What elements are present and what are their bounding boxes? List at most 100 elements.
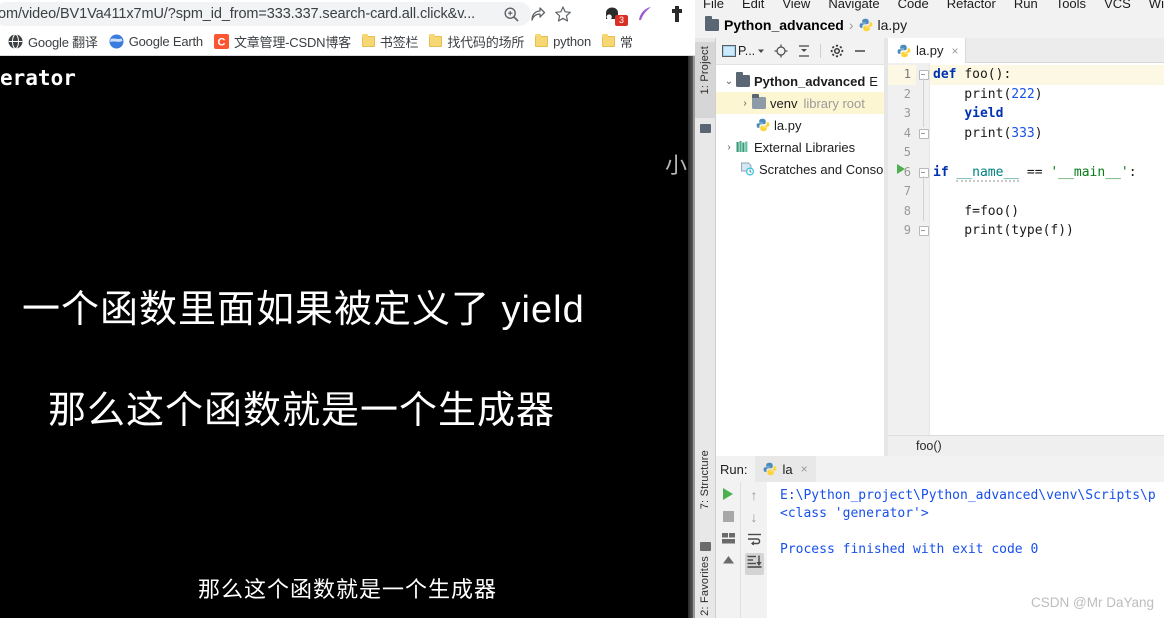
- soft-wrap-icon[interactable]: [747, 532, 762, 545]
- menu-run[interactable]: Run: [1014, 0, 1038, 11]
- run-line-marker-icon[interactable]: [897, 164, 905, 174]
- fold-line: [922, 78, 924, 127]
- pin-icon[interactable]: [722, 555, 735, 565]
- video-caption-line-2: 那么这个函数就是一个生成器: [48, 390, 556, 432]
- bookmark-google-earth[interactable]: Google Earth: [105, 30, 210, 54]
- project-rail-icon: [700, 124, 711, 133]
- tree-item-external-libraries[interactable]: › External Libraries: [716, 136, 884, 158]
- bookmark-folder-chang[interactable]: 常: [598, 30, 640, 54]
- rail-button-structure[interactable]: 7: Structure: [695, 450, 715, 534]
- fold-marker-if-end[interactable]: [919, 226, 929, 236]
- fold-marker-def[interactable]: [919, 70, 929, 80]
- folder-icon: [535, 34, 549, 47]
- menu-code[interactable]: Code: [898, 0, 929, 11]
- collapse-all-icon[interactable]: [797, 44, 811, 58]
- run-body: ↑ ↓ E:\Python_project\Python_advanced\ve…: [716, 482, 1164, 618]
- breadcrumb-project[interactable]: Python_advanced: [724, 17, 844, 33]
- tree-item-python-advanced[interactable]: ⌄ Python_advanced E: [716, 70, 884, 92]
- editor-tab-la-py[interactable]: la.py ×: [888, 38, 967, 63]
- console-output[interactable]: E:\Python_project\Python_advanced\venv\S…: [767, 482, 1164, 618]
- bookmark-folder-python[interactable]: python: [531, 30, 598, 54]
- tree-item-venv[interactable]: › venv library root: [716, 92, 884, 114]
- line-number: 5: [903, 145, 911, 159]
- address-bar[interactable]: om/video/BV1Va411x7mU/?spm_id_from=333.3…: [0, 2, 531, 26]
- project-view-dropdown[interactable]: P...: [722, 44, 765, 58]
- tree-item-suffix: library root: [803, 95, 865, 111]
- code-text[interactable]: def foo(): print(222) yield print(333) i…: [930, 63, 1164, 436]
- menu-tools[interactable]: Tools: [1056, 0, 1086, 11]
- chevron-right-icon[interactable]: ›: [738, 98, 752, 109]
- tree-item-scratches[interactable]: Scratches and Conso: [716, 158, 884, 180]
- line-number-gutter[interactable]: 1 2 3 4 5 6 7 8 9: [888, 63, 916, 436]
- code-line-2: print(222): [933, 86, 1043, 102]
- hide-icon[interactable]: [853, 44, 867, 58]
- close-icon[interactable]: ×: [951, 44, 958, 58]
- menu-vcs[interactable]: VCS: [1104, 0, 1131, 11]
- bookmark-label: Google 翻译: [28, 35, 98, 50]
- python-file-icon: [897, 44, 911, 58]
- project-tool-window: P... ⌄ Python_advanced E › venv library …: [716, 38, 884, 456]
- chevron-down-icon[interactable]: ⌄: [722, 76, 736, 87]
- share-icon[interactable]: [524, 2, 550, 26]
- chevron-right-icon[interactable]: ›: [722, 142, 736, 153]
- navigation-bar: Python_advanced › la.py: [695, 11, 1164, 38]
- breadcrumb-file[interactable]: la.py: [878, 17, 908, 33]
- editor-tab-strip: la.py ×: [888, 38, 1164, 63]
- bookmark-google-translate[interactable]: Google 翻译: [4, 30, 105, 54]
- editor-tab-label: la.py: [916, 43, 944, 58]
- line-number: 2: [903, 86, 911, 101]
- feather-extension-icon[interactable]: [634, 3, 656, 25]
- down-arrow-icon[interactable]: ↓: [751, 510, 758, 524]
- layout-icon[interactable]: [721, 533, 735, 544]
- extension-icon-badged[interactable]: 3: [602, 3, 628, 26]
- editor-area: la.py × 1 2 3 4 5 6 7 8 9 def foo(): pri…: [888, 38, 1164, 456]
- menu-file[interactable]: File: [703, 0, 724, 11]
- line-number: 8: [903, 203, 911, 218]
- fold-gutter[interactable]: [916, 63, 930, 436]
- stop-icon[interactable]: [722, 511, 734, 522]
- folder-icon: [705, 15, 719, 31]
- close-icon[interactable]: ×: [801, 462, 808, 476]
- video-player[interactable]: erator 小 一个函数里面如果被定义了 yield 那么这个函数就是一个生成…: [0, 56, 695, 618]
- zoom-icon[interactable]: [498, 2, 524, 26]
- run-actions-right: ↑ ↓: [740, 482, 767, 618]
- structure-rail-icon: [700, 542, 711, 551]
- run-tab-la[interactable]: la ×: [755, 456, 816, 482]
- tree-item-la-py[interactable]: la.py: [716, 114, 884, 136]
- bookmark-star-icon[interactable]: [550, 2, 576, 26]
- rail-button-project[interactable]: 1: Project: [695, 42, 715, 118]
- puzzle-extensions-icon[interactable]: [666, 3, 688, 25]
- url-text: om/video/BV1Va411x7mU/?spm_id_from=333.3…: [0, 6, 476, 22]
- menu-view[interactable]: View: [782, 0, 810, 11]
- line-number: 9: [903, 223, 911, 237]
- menu-edit[interactable]: Edit: [742, 0, 764, 11]
- gear-icon[interactable]: [830, 44, 844, 58]
- scroll-to-end-icon[interactable]: [744, 553, 764, 575]
- omnibox-actions: [498, 2, 576, 26]
- menu-refactor[interactable]: Refactor: [947, 0, 996, 11]
- bookmark-csdn[interactable]: C 文章管理-CSDN博客: [210, 30, 358, 54]
- menu-navigate[interactable]: Navigate: [828, 0, 879, 11]
- fold-marker-if[interactable]: [919, 168, 929, 178]
- breadcrumb-foo[interactable]: foo(): [888, 439, 942, 453]
- rail-button-favorites[interactable]: 2: Favorites: [695, 556, 715, 618]
- tree-item-label: External Libraries: [754, 139, 856, 155]
- tree-item-label: Python_advanced: [754, 73, 866, 89]
- menu-window[interactable]: Window: [1149, 0, 1164, 11]
- fold-marker-end[interactable]: [919, 129, 929, 139]
- bookmark-folder-code[interactable]: 找代码的场所: [425, 30, 531, 54]
- python-file-icon: [763, 462, 777, 476]
- folder-icon: [429, 34, 443, 47]
- run-icon[interactable]: [723, 488, 733, 500]
- scratches-icon: [740, 162, 755, 176]
- locate-icon[interactable]: [774, 44, 788, 58]
- up-arrow-icon[interactable]: ↑: [751, 488, 758, 502]
- watermark: CSDN @Mr DaYang: [1031, 595, 1154, 610]
- bookmark-label: python: [553, 34, 591, 49]
- code-line-1: def foo():: [930, 65, 1164, 85]
- bookmark-folder-shuqianlan[interactable]: 书签栏: [358, 30, 425, 54]
- bookmark-label: 常: [619, 35, 633, 50]
- rail-label-structure: 7: Structure: [699, 450, 711, 510]
